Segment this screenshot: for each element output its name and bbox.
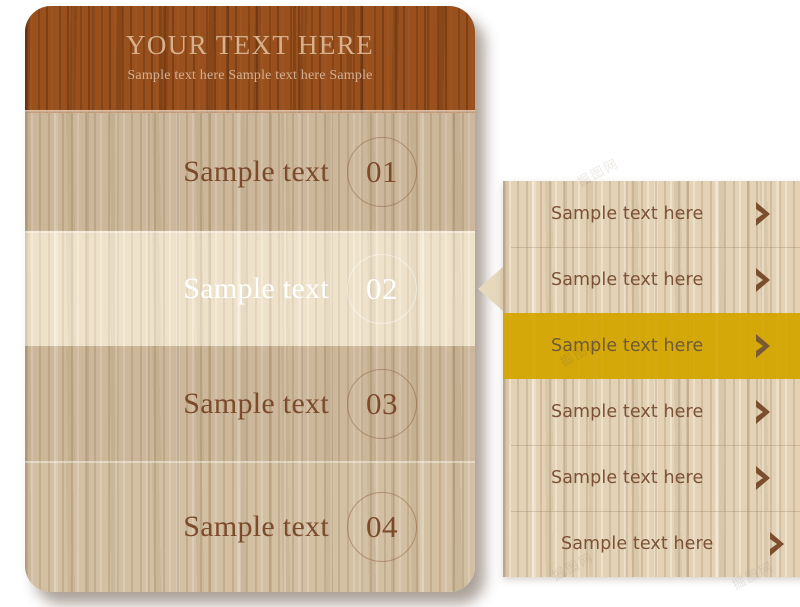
header-text-block: YOUR TEXT HERE Sample text here Sample t…: [25, 32, 475, 84]
menu-item-01-label: Sample text: [183, 155, 329, 188]
screen-root: YOUR TEXT HERE Sample text here Sample t…: [0, 0, 800, 607]
submenu-item-6-content: Sample text here: [503, 511, 800, 577]
chevron-right-icon: [754, 399, 772, 425]
menu-item-01[interactable]: Sample text 01: [25, 113, 475, 231]
main-menu-panel: YOUR TEXT HERE Sample text here Sample t…: [25, 6, 475, 592]
menu-item-03-badge: 03: [347, 368, 417, 439]
submenu-callout-tail: [478, 266, 504, 312]
menu-item-03-number: 03: [366, 385, 398, 421]
submenu-item-3-label: Sample text here: [551, 336, 704, 356]
menu-item-03[interactable]: Sample text 03: [25, 346, 475, 461]
chevron-right-icon: [754, 201, 772, 227]
submenu-item-3[interactable]: Sample text here: [503, 313, 800, 379]
menu-item-02-badge: 02: [347, 253, 417, 324]
menu-item-01-badge: 01: [347, 137, 417, 207]
submenu-panel: Sample text here Sample text here Sample…: [503, 181, 800, 577]
chevron-right-icon: [754, 465, 772, 491]
submenu-item-1-label: Sample text here: [551, 204, 704, 224]
submenu-item-5-label: Sample text here: [551, 468, 704, 488]
chevron-right-icon: [754, 333, 772, 359]
menu-item-01-content: Sample text 01: [25, 113, 475, 231]
menu-item-02-number: 02: [366, 270, 398, 306]
submenu-item-5[interactable]: Sample text here: [503, 445, 800, 511]
panel-header: YOUR TEXT HERE Sample text here Sample t…: [25, 6, 475, 113]
menu-item-04-badge: 04: [347, 491, 417, 562]
menu-item-03-content: Sample text 03: [25, 346, 475, 461]
menu-item-04-number: 04: [366, 508, 398, 544]
menu-item-04-label: Sample text: [183, 509, 329, 543]
menu-item-03-label: Sample text: [183, 386, 329, 420]
chevron-right-icon: [768, 531, 786, 557]
submenu-item-2[interactable]: Sample text here: [503, 247, 800, 313]
menu-item-01-number: 01: [366, 154, 398, 189]
page-subtitle: Sample text here Sample text here Sample: [127, 68, 373, 83]
menu-item-04-content: Sample text 04: [25, 461, 475, 592]
submenu-item-4-label: Sample text here: [551, 402, 704, 422]
menu-item-02-label: Sample text: [183, 271, 329, 305]
submenu-item-6-label: Sample text here: [561, 534, 714, 554]
menu-item-02-content: Sample text 02: [25, 231, 475, 346]
menu-item-04[interactable]: Sample text 04: [25, 461, 475, 592]
submenu-item-4[interactable]: Sample text here: [503, 379, 800, 445]
menu-item-02[interactable]: Sample text 02: [25, 231, 475, 346]
submenu-item-6[interactable]: Sample text here: [503, 511, 800, 577]
chevron-right-icon: [754, 267, 772, 293]
submenu-item-1[interactable]: Sample text here: [503, 181, 800, 247]
submenu-item-2-label: Sample text here: [551, 270, 704, 290]
page-title: YOUR TEXT HERE: [125, 30, 375, 60]
